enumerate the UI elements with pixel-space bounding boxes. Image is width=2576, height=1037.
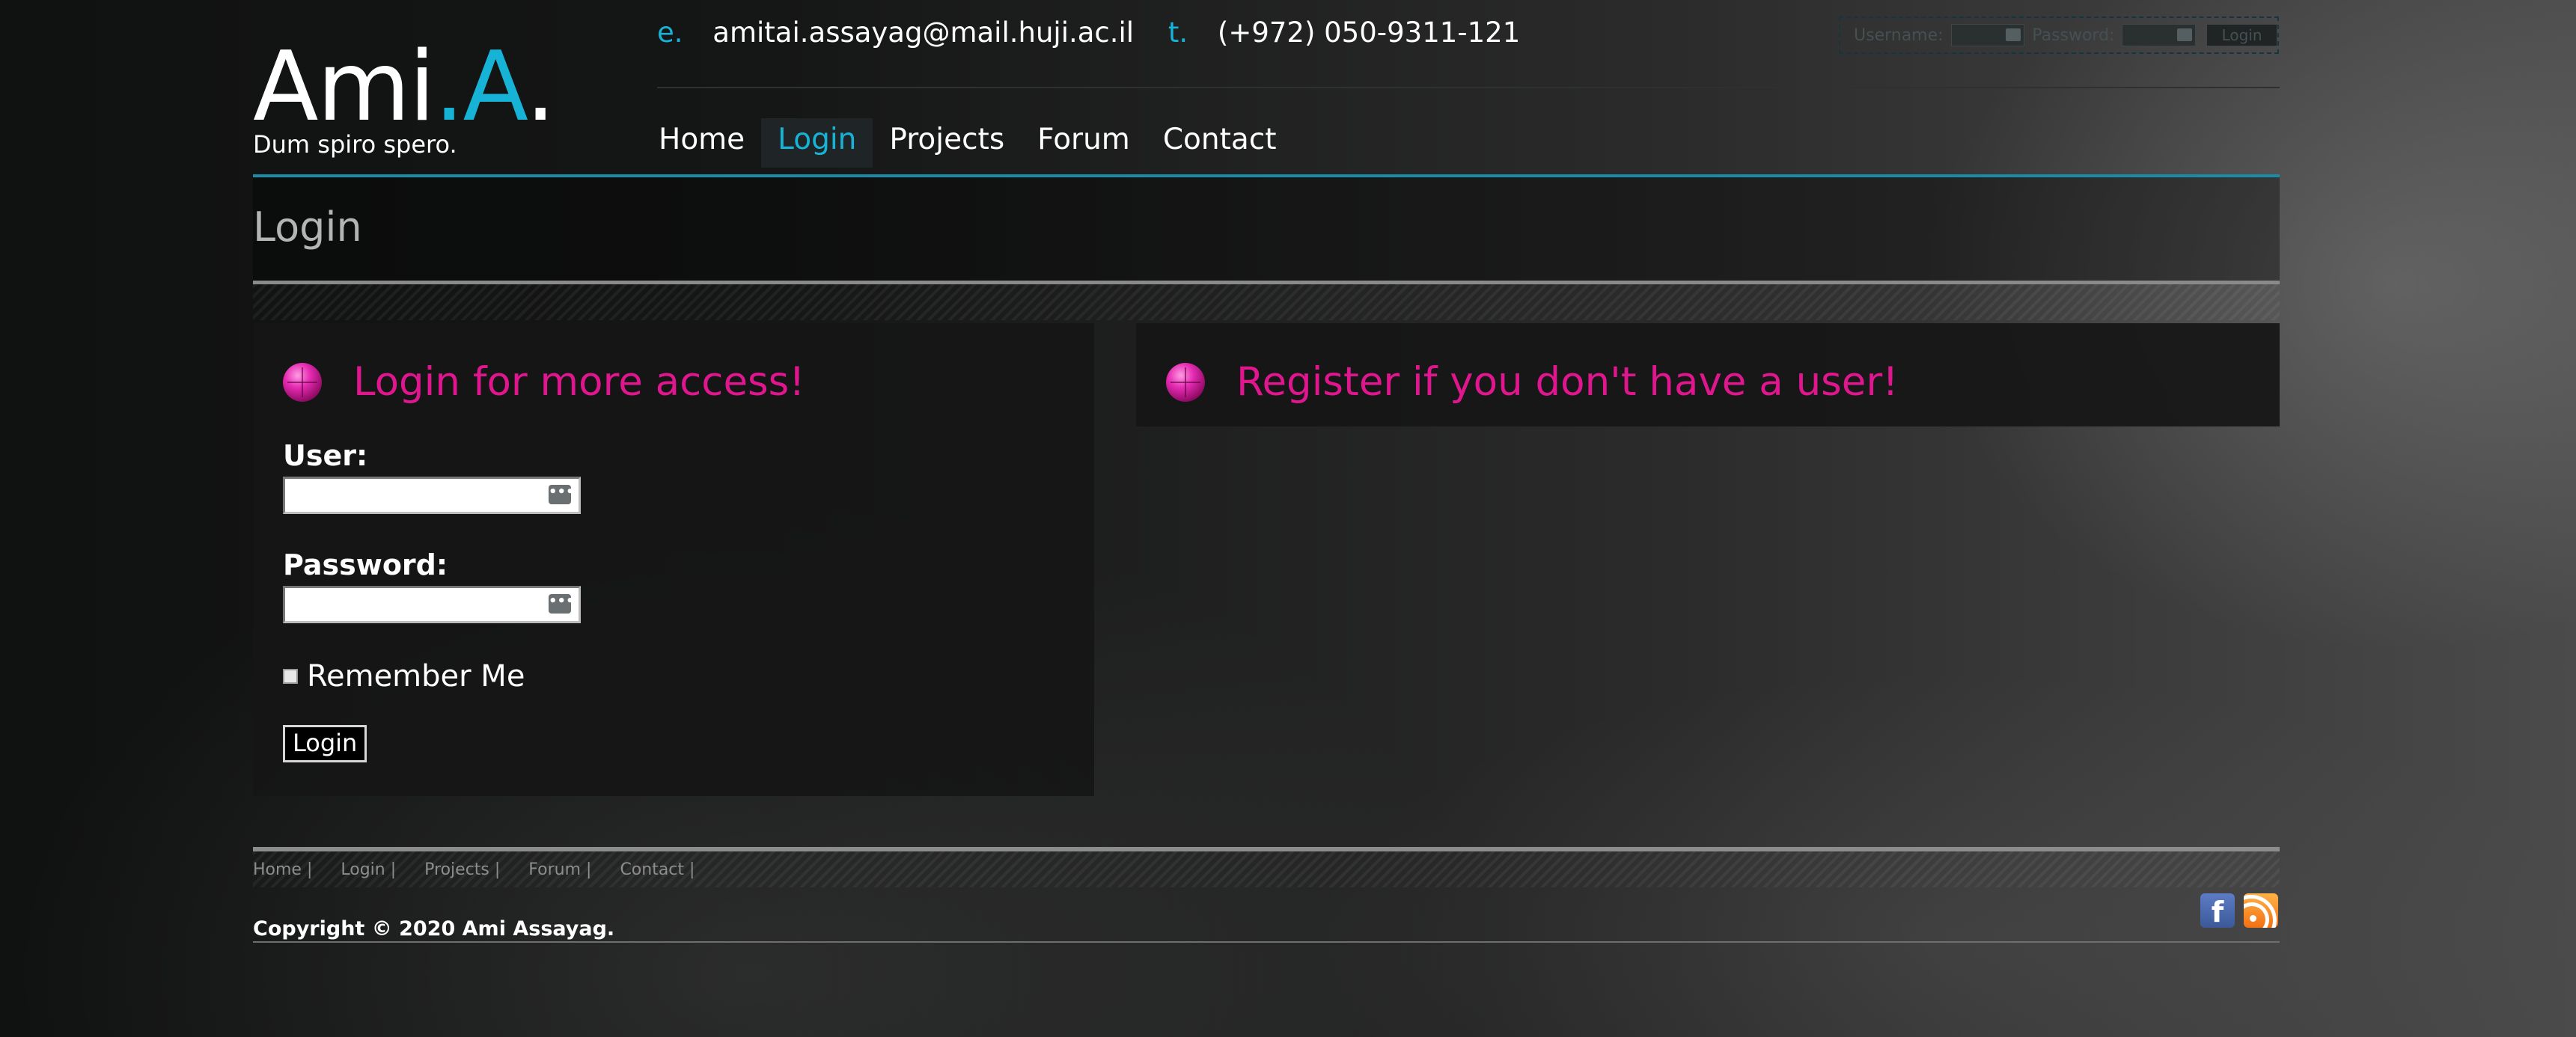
keyboard-icon bbox=[2006, 28, 2021, 41]
user-label: User: bbox=[283, 439, 368, 472]
register-panel: Register if you don't have a user! bbox=[1136, 323, 2280, 426]
nav-home[interactable]: Home bbox=[642, 118, 761, 168]
phone-number: (+972) 050-9311-121 bbox=[1217, 16, 1521, 49]
title-bar bbox=[253, 177, 2280, 281]
footer-link-contact[interactable]: Contact | bbox=[620, 860, 695, 879]
keyboard-icon[interactable]: ••• bbox=[549, 594, 575, 614]
magenta-orb-icon bbox=[1166, 362, 1205, 402]
logo-text: Ami.A. bbox=[253, 39, 555, 136]
phone-label: t. bbox=[1168, 16, 1188, 49]
facebook-icon[interactable]: f bbox=[2200, 893, 2235, 929]
remember-me-label[interactable]: Remember Me bbox=[307, 659, 525, 694]
remember-me-checkbox[interactable] bbox=[283, 669, 298, 684]
header-username-input[interactable] bbox=[1950, 24, 2025, 46]
keyboard-icon[interactable]: ••• bbox=[549, 485, 575, 504]
footer-link-login[interactable]: Login | bbox=[341, 860, 396, 879]
logo-period: . bbox=[525, 31, 556, 143]
login-form: User: ••• Password: ••• Remember Me Logi… bbox=[283, 439, 581, 762]
contact-info: e. amitai.assayag@mail.huji.ac.il t. (+9… bbox=[657, 16, 1545, 49]
logo-initial: .A bbox=[433, 31, 527, 143]
rss-icon[interactable] bbox=[2244, 893, 2278, 928]
register-panel-title[interactable]: Register if you don't have a user! bbox=[1236, 359, 1898, 405]
login-panel: Login for more access! User: ••• Passwor… bbox=[253, 323, 1094, 796]
decorative-stripes bbox=[253, 284, 2280, 320]
login-panel-header: Login for more access! bbox=[283, 359, 805, 405]
password-label: Password: bbox=[283, 548, 448, 581]
footer-link-projects[interactable]: Projects | bbox=[424, 860, 500, 879]
email-address[interactable]: amitai.assayag@mail.huji.ac.il bbox=[712, 16, 1134, 49]
header-password-input[interactable] bbox=[2122, 24, 2197, 46]
login-button[interactable]: Login bbox=[283, 725, 367, 762]
user-input[interactable]: ••• bbox=[283, 477, 581, 514]
site-logo[interactable]: Ami.A. Dum spiro spero. bbox=[253, 39, 555, 159]
nav-login[interactable]: Login bbox=[761, 118, 873, 168]
main-nav: Home Login Projects Forum Contact bbox=[642, 118, 1293, 168]
keyboard-icon bbox=[2177, 28, 2193, 41]
nav-projects[interactable]: Projects bbox=[873, 118, 1021, 168]
login-panel-title: Login for more access! bbox=[353, 359, 805, 405]
password-input[interactable]: ••• bbox=[283, 586, 581, 623]
magenta-orb-icon bbox=[283, 362, 322, 402]
email-label: e. bbox=[657, 16, 683, 49]
nav-forum[interactable]: Forum bbox=[1021, 118, 1147, 168]
register-panel-header: Register if you don't have a user! bbox=[1166, 359, 1898, 405]
footer-link-home[interactable]: Home | bbox=[253, 860, 312, 879]
header-divider bbox=[657, 87, 2280, 88]
logo-name: Ami bbox=[253, 31, 436, 143]
copyright: Copyright © 2020 Ami Assayag. bbox=[253, 917, 615, 940]
page: Ami.A. Dum spiro spero. e. amitai.assaya… bbox=[253, 0, 2280, 1037]
header-login-button[interactable]: Login bbox=[2206, 24, 2277, 46]
footer-link-forum[interactable]: Forum | bbox=[528, 860, 591, 879]
footer-bottom-rule bbox=[253, 941, 2280, 943]
page-title: Login bbox=[253, 204, 362, 251]
header-password-label: Password: bbox=[2032, 25, 2115, 45]
header-username-label: Username: bbox=[1854, 25, 1944, 45]
footer-nav: Home | Login | Projects | Forum | Contac… bbox=[253, 860, 723, 879]
nav-contact[interactable]: Contact bbox=[1147, 118, 1293, 168]
header-login-form: Username: Password: Login bbox=[1839, 16, 2279, 54]
remember-me-row[interactable]: Remember Me bbox=[283, 659, 581, 694]
social-links: f bbox=[2200, 893, 2278, 929]
